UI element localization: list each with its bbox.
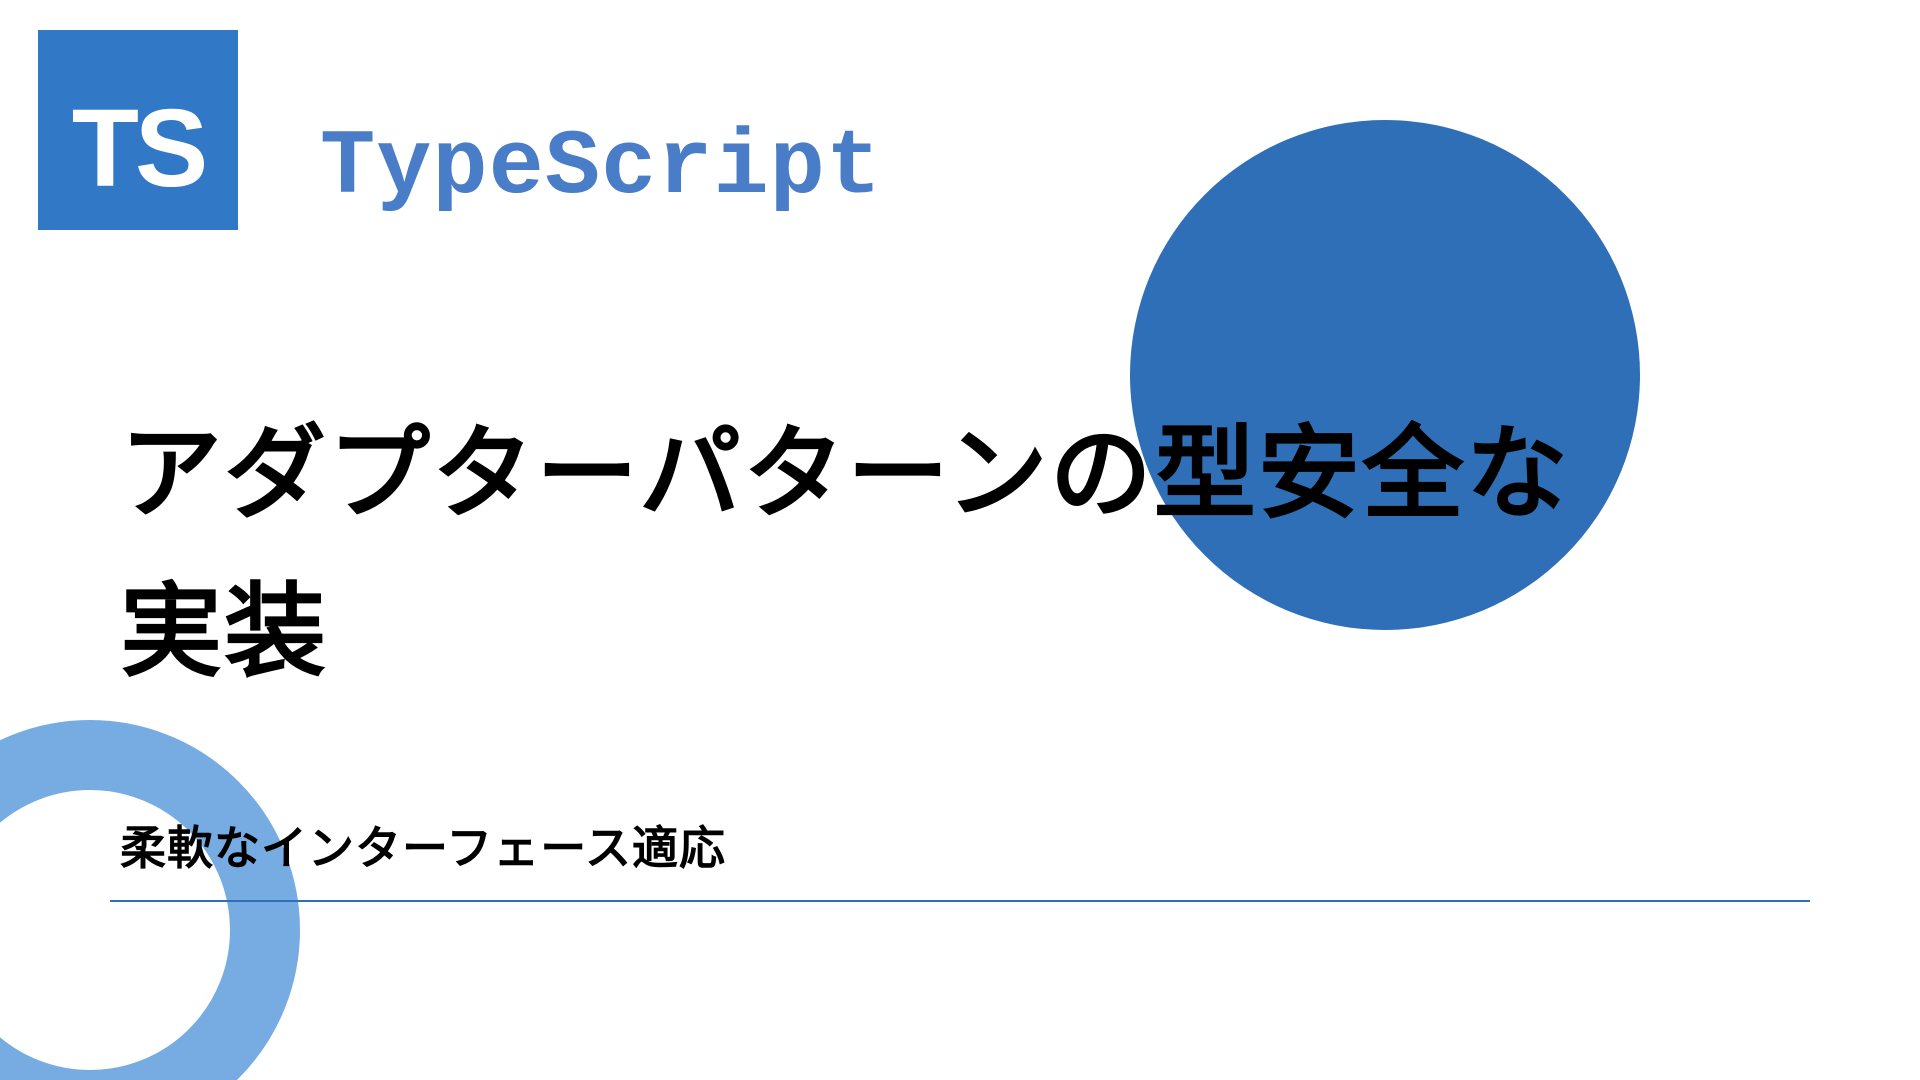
brand-label: TypeScript	[320, 115, 882, 220]
divider-line	[110, 900, 1810, 902]
slide-subtitle: 柔軟なインターフェース適応	[120, 812, 726, 878]
slide-title: アダプターパターンの型安全な実装	[120, 395, 1640, 711]
typescript-logo: TS	[38, 30, 238, 230]
typescript-logo-text: TS	[72, 85, 205, 212]
slide-canvas: TS TypeScript アダプターパターンの型安全な実装 柔軟なインターフェ…	[0, 0, 1920, 1080]
